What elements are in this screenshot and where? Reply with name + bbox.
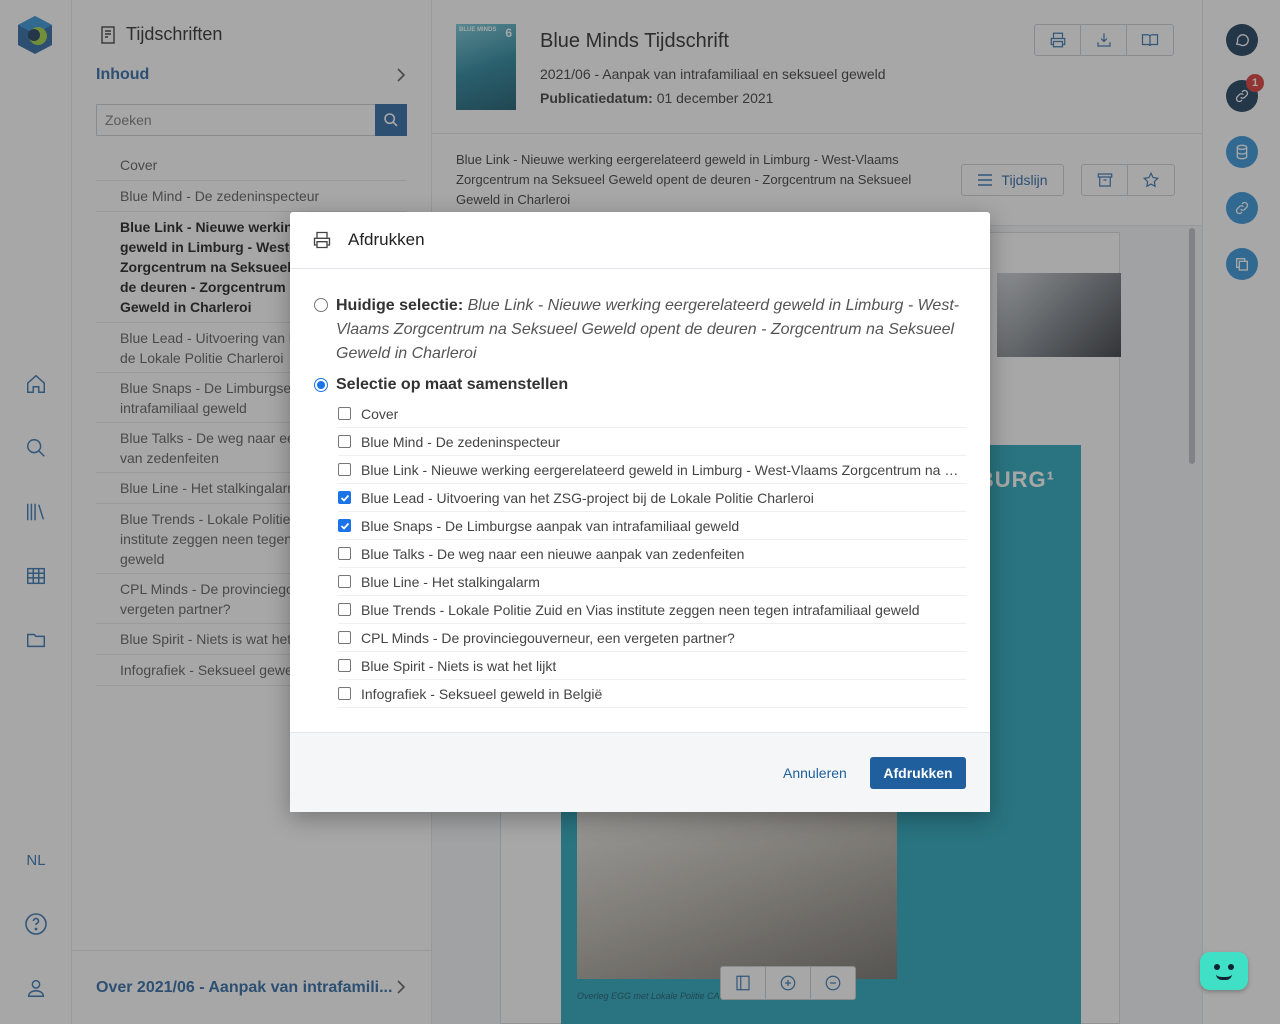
chapter-checkbox-row[interactable]: Blue Snaps - De Limburgse aanpak van int…	[338, 512, 966, 540]
dialog-footer: Annuleren Afdrukken	[290, 732, 990, 812]
checkbox[interactable]	[338, 603, 351, 616]
chapter-checkbox-label: Blue Snaps - De Limburgse aanpak van int…	[361, 517, 740, 534]
print-confirm-button[interactable]: Afdrukken	[870, 757, 966, 789]
dialog-header: Afdrukken	[290, 212, 990, 269]
chapter-checkbox-row[interactable]: Infografiek - Seksueel geweld in België	[338, 680, 966, 708]
printer-icon	[313, 231, 331, 249]
chapter-checkbox-label: Blue Talks - De weg naar een nieuwe aanp…	[361, 545, 745, 562]
checkbox[interactable]	[338, 687, 351, 700]
chapter-checkbox-label: Blue Line - Het stalkingalarm	[361, 573, 540, 590]
custom-selection-label: Selectie op maat samenstellen	[336, 376, 569, 393]
chatbot-button[interactable]	[1200, 952, 1248, 990]
bot-eye-icon	[1214, 964, 1220, 970]
bot-eye-icon	[1228, 964, 1234, 970]
chapter-checkbox-label: CPL Minds - De provinciegouverneur, een …	[361, 629, 735, 646]
checkbox-checked[interactable]	[338, 519, 351, 532]
option-current-selection[interactable]: Huidige selectie: Blue Link - Nieuwe wer…	[314, 294, 964, 366]
current-selection-text: Huidige selectie: Blue Link - Nieuwe wer…	[336, 294, 964, 366]
option-custom-selection[interactable]: Selectie op maat samenstellen	[314, 376, 568, 394]
chapter-checkbox-row[interactable]: Blue Mind - De zedeninspecteur	[338, 428, 966, 456]
chapter-checkbox-row[interactable]: Cover	[338, 400, 966, 428]
chapter-checkbox-label: Blue Lead - Uitvoering van het ZSG-proje…	[361, 489, 814, 506]
cancel-button[interactable]: Annuleren	[783, 765, 847, 781]
checkmark-icon	[340, 494, 349, 502]
chapter-checkbox-row[interactable]: Blue Talks - De weg naar een nieuwe aanp…	[338, 540, 966, 568]
current-selection-label: Huidige selectie:	[336, 297, 464, 314]
checkbox[interactable]	[338, 463, 351, 476]
checkbox[interactable]	[338, 631, 351, 644]
chapter-checkbox-label: Blue Mind - De zedeninspecteur	[361, 433, 561, 450]
chapter-checkbox-row[interactable]: Blue Link - Nieuwe werking eergerelateer…	[338, 456, 966, 484]
chapter-checkbox-row[interactable]: CPL Minds - De provinciegouverneur, een …	[338, 624, 966, 652]
print-dialog: Afdrukken Huidige selectie: Blue Link - …	[290, 212, 990, 812]
chapter-checkbox-row[interactable]: Blue Spirit - Niets is wat het lijkt	[338, 652, 966, 680]
checkbox[interactable]	[338, 435, 351, 448]
dialog-title: Afdrukken	[348, 230, 425, 249]
chapter-checkbox-label: Blue Spirit - Niets is wat het lijkt	[361, 657, 557, 674]
checkbox-checked[interactable]	[338, 491, 351, 504]
chapter-checkbox-row[interactable]: Blue Trends - Lokale Politie Zuid en Via…	[338, 596, 966, 624]
radio-current-selection[interactable]	[314, 298, 328, 312]
checkmark-icon	[340, 522, 349, 530]
radio-custom-selection[interactable]	[314, 378, 328, 392]
chapter-checkbox-label: Cover	[361, 405, 399, 422]
chapter-checkbox-row[interactable]: Blue Lead - Uitvoering van het ZSG-proje…	[338, 484, 966, 512]
chapter-checkbox-label: Blue Trends - Lokale Politie Zuid en Via…	[361, 601, 920, 618]
checkbox[interactable]	[338, 547, 351, 560]
chapter-checklist: Cover Blue Mind - De zedeninspecteur Blue …	[338, 400, 966, 708]
chapter-checkbox-label: Blue Link - Nieuwe werking eergerelateer…	[361, 461, 966, 478]
checkbox[interactable]	[338, 575, 351, 588]
chapter-checkbox-row[interactable]: Blue Line - Het stalkingalarm	[338, 568, 966, 596]
checkbox[interactable]	[338, 407, 351, 420]
chapter-checkbox-label: Infografiek - Seksueel geweld in België	[361, 685, 603, 702]
checkbox[interactable]	[338, 659, 351, 672]
bot-smile-icon	[1216, 974, 1232, 980]
